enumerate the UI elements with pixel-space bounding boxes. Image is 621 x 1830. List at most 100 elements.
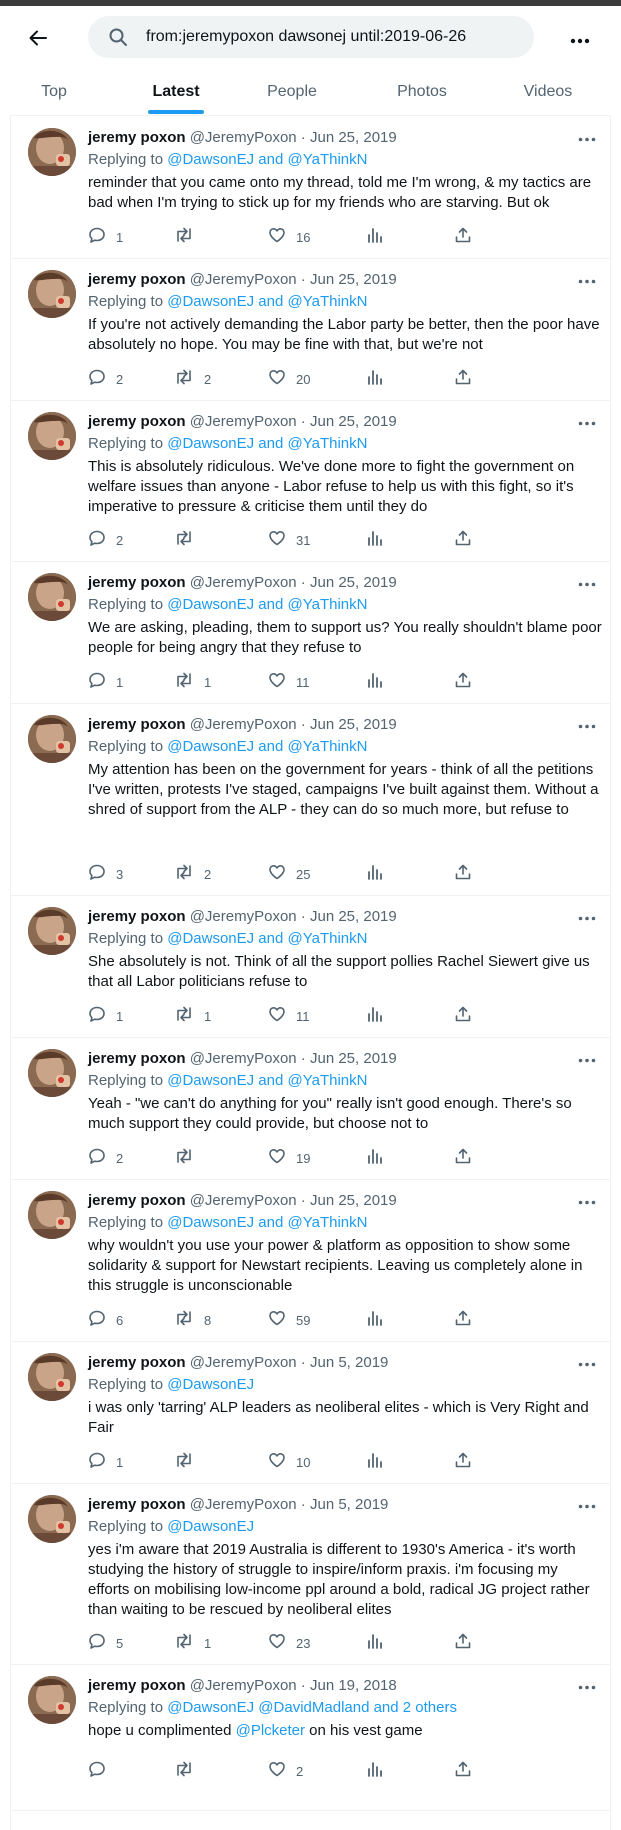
tweet[interactable]: jeremy poxon @JeremyPoxon · Jun 25, 2019… <box>10 703 610 896</box>
reply-button[interactable]: 1 <box>88 227 123 247</box>
tweet-more-button[interactable] <box>574 1191 600 1211</box>
retweet-button[interactable]: 2 <box>174 864 211 884</box>
tab-latest[interactable]: Latest <box>128 68 224 115</box>
tweet-more-button[interactable] <box>574 1676 600 1696</box>
author-name[interactable]: jeremy poxon <box>88 1677 186 1694</box>
avatar[interactable] <box>28 1495 76 1543</box>
author-handle[interactable]: @JeremyPoxon <box>190 1354 297 1371</box>
views-button[interactable] <box>366 369 384 389</box>
author-name[interactable]: jeremy poxon <box>88 716 186 733</box>
share-button[interactable] <box>454 1633 472 1653</box>
author-handle[interactable]: @JeremyPoxon <box>190 574 297 591</box>
tweet-date[interactable]: Jun 25, 2019 <box>310 413 397 430</box>
author-name[interactable]: jeremy poxon <box>88 271 186 288</box>
reply-button[interactable] <box>88 1761 116 1781</box>
replying-to-users[interactable]: @DawsonEJ and @YaThinkN <box>167 293 367 310</box>
like-button[interactable]: 19 <box>268 1148 310 1168</box>
author-handle[interactable]: @JeremyPoxon <box>190 908 297 925</box>
search-input[interactable]: from:jeremypoxon dawsonej until:2019-06-… <box>88 16 534 58</box>
author-name[interactable]: jeremy poxon <box>88 1050 186 1067</box>
tab-videos[interactable]: Videos <box>498 68 598 115</box>
retweet-button[interactable]: 8 <box>174 1310 211 1330</box>
avatar[interactable] <box>28 1676 76 1724</box>
like-button[interactable]: 11 <box>268 1006 310 1026</box>
like-button[interactable]: 2 <box>268 1761 303 1781</box>
tweet-more-button[interactable] <box>574 907 600 927</box>
tweet-date[interactable]: Jun 19, 2018 <box>310 1677 397 1694</box>
author-name[interactable]: jeremy poxon <box>88 129 186 146</box>
tweet[interactable]: jeremy poxon @JeremyPoxon · Jun 25, 2019… <box>10 561 610 704</box>
views-button[interactable] <box>366 227 384 247</box>
like-button[interactable]: 23 <box>268 1633 310 1653</box>
share-button[interactable] <box>454 1148 472 1168</box>
avatar[interactable] <box>28 412 76 460</box>
tweet-more-button[interactable] <box>574 270 600 290</box>
replying-to-users[interactable]: @DawsonEJ and @YaThinkN <box>167 435 367 452</box>
like-button[interactable]: 10 <box>268 1452 310 1472</box>
views-button[interactable] <box>366 530 384 550</box>
avatar[interactable] <box>28 128 76 176</box>
like-button[interactable]: 20 <box>268 369 310 389</box>
replying-to-users[interactable]: @DawsonEJ and @YaThinkN <box>167 1072 367 1089</box>
avatar[interactable] <box>28 907 76 955</box>
tweet-date[interactable]: Jun 25, 2019 <box>310 1192 397 1209</box>
tweet-more-button[interactable] <box>574 412 600 432</box>
share-button[interactable] <box>454 530 472 550</box>
tweet-date[interactable]: Jun 25, 2019 <box>310 1050 397 1067</box>
author-handle[interactable]: @JeremyPoxon <box>190 271 297 288</box>
author-handle[interactable]: @JeremyPoxon <box>190 1496 297 1513</box>
tweet-date[interactable]: Jun 5, 2019 <box>310 1354 388 1371</box>
author-name[interactable]: jeremy poxon <box>88 413 186 430</box>
tweet-date[interactable]: Jun 25, 2019 <box>310 716 397 733</box>
author-handle[interactable]: @JeremyPoxon <box>190 129 297 146</box>
views-button[interactable] <box>366 1452 384 1472</box>
reply-button[interactable]: 1 <box>88 672 123 692</box>
reply-button[interactable]: 6 <box>88 1310 123 1330</box>
replying-to-users[interactable]: @DawsonEJ and @YaThinkN <box>167 738 367 755</box>
avatar[interactable] <box>28 1353 76 1401</box>
mention-link[interactable]: @Plcketer <box>236 1722 305 1739</box>
reply-button[interactable]: 1 <box>88 1006 123 1026</box>
views-button[interactable] <box>366 1148 384 1168</box>
like-button[interactable]: 59 <box>268 1310 310 1330</box>
author-handle[interactable]: @JeremyPoxon <box>190 1677 297 1694</box>
tweet-date[interactable]: Jun 25, 2019 <box>310 574 397 591</box>
retweet-button[interactable] <box>174 227 204 247</box>
avatar[interactable] <box>28 1191 76 1239</box>
retweet-button[interactable] <box>174 530 204 550</box>
tweet-more-button[interactable] <box>574 128 600 148</box>
share-button[interactable] <box>454 1452 472 1472</box>
retweet-button[interactable] <box>174 1148 204 1168</box>
replying-to-users[interactable]: @DawsonEJ @DavidMadland and 2 others <box>167 1699 457 1716</box>
share-button[interactable] <box>454 1310 472 1330</box>
replying-to-users[interactable]: @DawsonEJ <box>167 1376 254 1393</box>
tab-photos[interactable]: Photos <box>372 68 472 115</box>
tab-people[interactable]: People <box>242 68 342 115</box>
retweet-button[interactable] <box>174 1761 204 1781</box>
tweet-date[interactable]: Jun 25, 2019 <box>310 908 397 925</box>
author-handle[interactable]: @JeremyPoxon <box>190 1192 297 1209</box>
like-button[interactable]: 25 <box>268 864 310 884</box>
share-button[interactable] <box>454 672 472 692</box>
replying-to-users[interactable]: @DawsonEJ and @YaThinkN <box>167 930 367 947</box>
retweet-button[interactable]: 1 <box>174 1006 211 1026</box>
reply-button[interactable]: 5 <box>88 1633 123 1653</box>
replying-to-users[interactable]: @DawsonEJ <box>167 1518 254 1535</box>
share-button[interactable] <box>454 1761 472 1781</box>
tweet-more-button[interactable] <box>574 1495 600 1515</box>
views-button[interactable] <box>366 1633 384 1653</box>
avatar[interactable] <box>28 573 76 621</box>
tweet-date[interactable]: Jun 5, 2019 <box>310 1496 388 1513</box>
share-button[interactable] <box>454 227 472 247</box>
author-name[interactable]: jeremy poxon <box>88 574 186 591</box>
reply-button[interactable]: 1 <box>88 1452 123 1472</box>
more-options-button[interactable] <box>562 24 598 56</box>
reply-button[interactable]: 3 <box>88 864 123 884</box>
views-button[interactable] <box>366 864 384 884</box>
avatar[interactable] <box>28 1049 76 1097</box>
replying-to-users[interactable]: @DawsonEJ and @YaThinkN <box>167 151 367 168</box>
share-button[interactable] <box>454 369 472 389</box>
retweet-button[interactable]: 1 <box>174 672 211 692</box>
tweet[interactable]: jeremy poxon @JeremyPoxon · Jun 25, 2019… <box>10 400 610 562</box>
reply-button[interactable]: 2 <box>88 1148 123 1168</box>
